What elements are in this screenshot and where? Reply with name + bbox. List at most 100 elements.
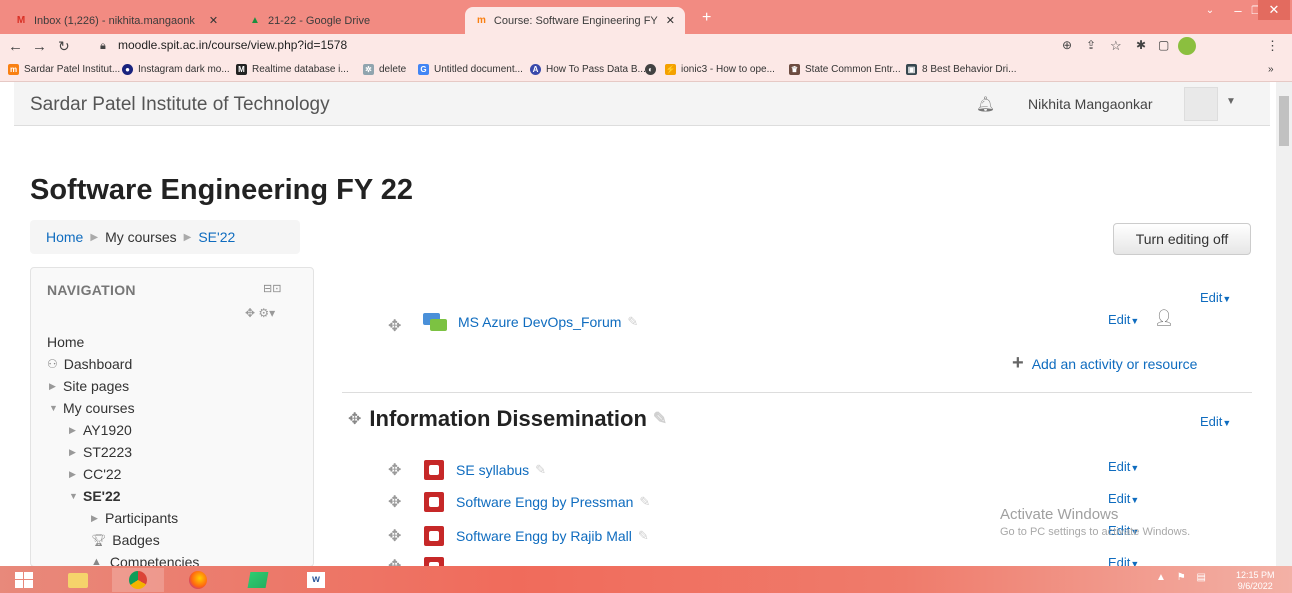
nav-item-my-courses[interactable]: ▼ My courses [49,400,135,416]
move-icon[interactable]: ✥ [388,526,401,546]
window-close-icon[interactable]: ✕ [1258,0,1290,20]
network-icon[interactable]: ▤ [1196,572,1205,583]
pencil-icon[interactable]: ✎ [627,314,638,330]
word-icon[interactable]: w [290,568,342,592]
zoom-icon[interactable]: ⊕ [1062,38,1072,52]
site-name[interactable]: Sardar Patel Institute of Technology [30,94,330,116]
activity-edit-menu[interactable]: Edit▼ [1108,459,1139,474]
pdf-icon [424,492,444,512]
bookmark-item[interactable]: m Sardar Patel Institut... [8,64,120,75]
tab-drive[interactable]: ▲ 21-22 - Google Drive ✕ [238,7,499,34]
pencil-icon[interactable]: ✎ [639,494,650,510]
pencil-icon[interactable]: ✎ [653,409,667,429]
star-icon[interactable]: ☆ [1110,38,1122,54]
expand-icon: ▶ [69,468,76,479]
forum-link[interactable]: MS Azure DevOps_Forum ✎ [422,312,638,332]
more-menu-icon[interactable]: ⋮ [1266,38,1279,54]
nav-item-site-pages[interactable]: ▶ Site pages [49,378,129,394]
notification-icon[interactable]: 🔔︎ [976,95,995,113]
block-dock-icon[interactable]: ⊟⊡ [263,282,281,295]
bookmark-item[interactable]: ◐ [645,64,661,75]
move-icon[interactable]: ✥ [348,409,361,429]
profile-icon[interactable] [1178,37,1196,55]
bookmark-item[interactable]: ✲ delete [363,64,406,75]
resource-link[interactable]: Software Engg by Pressman ✎ [424,492,650,512]
extensions-icon[interactable]: ✱ [1136,38,1146,52]
move-icon[interactable]: ✥ [388,316,401,336]
block-actions-icon[interactable]: ✥ ⚙▾ [245,306,275,320]
bookmark-item[interactable]: ♛ State Common Entr... [789,64,901,75]
windows-taskbar: w [0,566,1292,593]
nav-item-current-course[interactable]: ▼ SE'22 [69,488,121,504]
bookmarks-overflow-icon[interactable]: » [1268,64,1274,75]
back-icon[interactable]: ← [8,38,23,55]
caret-down-icon: ▼ [1130,316,1140,326]
turn-editing-off-button[interactable]: Turn editing off [1113,223,1251,255]
bookmark-item[interactable]: ▣ 8 Best Behavior Dri... [906,64,1016,75]
pencil-icon[interactable]: ✎ [535,462,546,478]
breadcrumb-course[interactable]: SE'22 [198,229,235,245]
file-explorer-icon[interactable] [52,568,104,592]
add-activity-button[interactable]: + Add an activity or resource [1012,352,1197,375]
resource-link[interactable]: SE syllabus ✎ [424,460,546,480]
nav-item-dashboard[interactable]: ⚇ Dashboard [47,356,132,372]
tray-arrow-icon[interactable]: ▲ [1156,572,1166,583]
bookmark-item[interactable]: ⚡ ionic3 - How to ope... [665,64,775,75]
share-icon[interactable]: ⇪ [1086,38,1096,52]
move-icon[interactable]: ✥ [388,460,401,480]
breadcrumb: Home ▶ My courses ▶ SE'22 [30,220,300,254]
user-name[interactable]: Nikhita Mangaonkar [1028,96,1153,112]
scrollbar-thumb[interactable] [1279,96,1289,146]
pencil-icon[interactable]: ✎ [638,528,649,544]
bookmark-item[interactable]: A How To Pass Data B... [530,64,646,75]
photos-icon[interactable] [232,568,284,592]
trophy-icon: 🏆︎ [91,533,107,547]
sidepanel-icon[interactable]: ▢ [1158,38,1169,52]
flag-icon[interactable]: ⚑ [1177,572,1186,583]
bookmark-item[interactable]: G Untitled document... [418,64,523,75]
tab-gmail[interactable]: M Inbox (1,226) - nikhita.mangaonk ✕ [4,7,228,34]
nav-item-participants[interactable]: ▶ Participants [91,510,178,526]
nav-item-home[interactable]: Home [47,334,84,350]
activation-watermark-text: Go to PC settings to activate Windows. [1000,526,1191,538]
nav-item-badges[interactable]: 🏆︎ Badges [91,532,160,548]
resource-link[interactable]: Software Engg by Rajib Mall ✎ [424,526,649,546]
new-tab-icon[interactable]: + [702,9,711,27]
reload-icon[interactable]: ↻ [58,38,70,55]
bookmark-item[interactable]: ● Instagram dark mo... [122,64,230,75]
tab-title: Course: Software Engineering FY [493,14,658,27]
section-edit-menu[interactable]: Edit▼ [1200,414,1231,429]
nav-item-course[interactable]: ▶ ST2223 [69,444,132,460]
page-scrollbar[interactable] [1276,82,1292,566]
firefox-icon[interactable] [172,568,224,592]
breadcrumb-home[interactable]: Home [46,229,83,245]
close-icon[interactable]: ✕ [209,14,218,27]
chrome-icon[interactable] [112,568,164,592]
chevron-down-icon[interactable]: ⌄ [1196,0,1224,20]
section-edit-menu[interactable]: Edit▼ [1200,290,1231,305]
expand-icon: ▶ [91,512,98,523]
activity-edit-menu[interactable]: Edit▼ [1108,312,1139,327]
forward-icon[interactable]: → [32,38,47,55]
expand-icon: ▶ [69,424,76,435]
taskbar-clock[interactable]: 12:15 PM 9/6/2022 [1236,570,1275,592]
close-icon[interactable]: ✕ [666,14,675,27]
address-bar: ← → ↻ 🔒︎ moodle.spit.ac.in/course/view.p… [0,34,1292,60]
plus-icon: + [1012,352,1024,374]
section-title: ✥ Information Dissemination ✎ [348,406,668,431]
user-menu-caret-icon[interactable]: ▼ [1226,96,1236,107]
nav-item-course[interactable]: ▶ CC'22 [69,466,121,482]
windows-start-icon[interactable] [0,568,48,592]
breadcrumb-my-courses[interactable]: My courses [105,229,177,245]
pdf-icon [424,526,444,546]
activity-edit-menu[interactable]: Edit▼ [1108,491,1139,506]
url-input[interactable]: moodle.spit.ac.in/course/view.php?id=157… [118,38,347,52]
move-icon[interactable]: ✥ [388,492,401,512]
activation-watermark-title: Activate Windows [1000,506,1119,523]
avatar[interactable] [1184,87,1218,121]
caret-down-icon: ▼ [1130,463,1140,473]
bookmark-item[interactable]: M Realtime database i... [236,64,349,75]
nav-item-course[interactable]: ▶ AY1920 [69,422,132,438]
tab-moodle[interactable]: m Course: Software Engineering FY ✕ [465,7,685,34]
user-icon[interactable]: 👤︎ [1154,308,1174,328]
